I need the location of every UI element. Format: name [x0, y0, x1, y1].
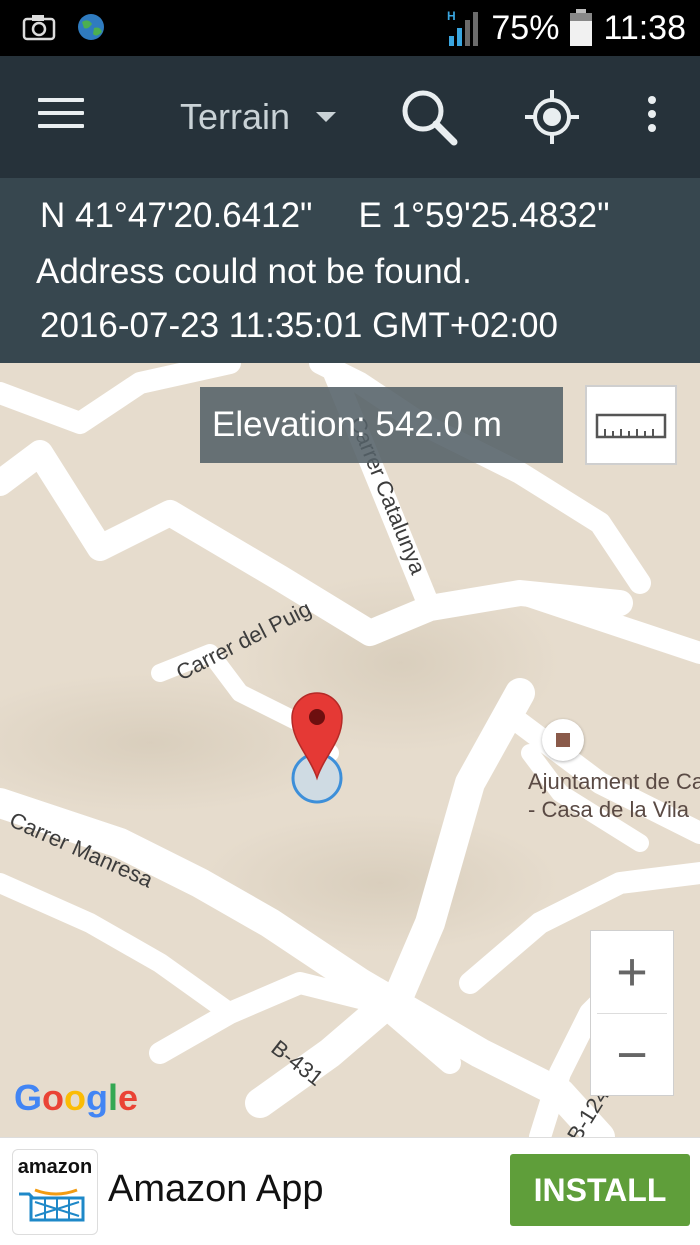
map-view[interactable]: Carrer Catalunya Carrer del Puig Carrer …	[0, 363, 700, 1137]
location-info-panel: N 41°47'20.6412" E 1°59'25.4832" Address…	[0, 178, 700, 363]
map-type-label: Terrain	[180, 96, 291, 137]
ad-app-name: Amazon App	[108, 1168, 324, 1210]
coordinates: N 41°47'20.6412" E 1°59'25.4832"	[40, 196, 610, 236]
app-toolbar: Terrain	[0, 56, 700, 178]
map-type-dropdown[interactable]: Terrain	[180, 96, 337, 138]
menu-icon[interactable]	[38, 98, 84, 138]
dropdown-caret-icon	[316, 112, 337, 122]
install-button[interactable]: INSTALL	[510, 1154, 690, 1226]
camera-icon	[22, 15, 56, 41]
globe-icon	[78, 14, 104, 40]
timestamp: 2016-07-23 11:35:01 GMT+02:00	[40, 306, 558, 345]
clock: 11:38	[603, 8, 686, 47]
signal-icon: H	[447, 9, 479, 46]
address-text: Address could not be found.	[36, 252, 472, 291]
location-pin-icon[interactable]	[288, 690, 346, 808]
shopping-cart-icon	[19, 1188, 85, 1222]
zoom-controls: + −	[590, 930, 674, 1096]
poi-label-line2: - Casa de la Vila	[528, 797, 690, 822]
more-vert-icon[interactable]	[640, 96, 664, 140]
zoom-in-button[interactable]: +	[591, 931, 673, 1013]
measure-button[interactable]	[585, 385, 677, 465]
search-icon[interactable]	[398, 86, 462, 150]
poi-label[interactable]: Ajuntament de Ca - Casa de la Vila	[528, 768, 700, 824]
ruler-icon	[595, 413, 667, 439]
zoom-out-button[interactable]: −	[591, 1014, 673, 1096]
battery-icon	[570, 9, 593, 46]
latitude: N 41°47'20.6412"	[40, 196, 313, 235]
amazon-logo: amazon	[12, 1149, 98, 1235]
google-attribution: Google	[14, 1077, 139, 1118]
poi-label-line1: Ajuntament de Ca	[528, 769, 700, 794]
my-location-icon[interactable]	[522, 87, 582, 147]
poi-marker[interactable]	[542, 719, 584, 761]
svg-text:H: H	[447, 9, 456, 23]
elevation-badge: Elevation: 542.0 m	[200, 387, 563, 463]
longitude: E 1°59'25.4832"	[358, 196, 610, 235]
ad-banner[interactable]: amazon Amazon App INSTALL	[0, 1137, 700, 1245]
status-bar: H 75% 11:38	[0, 0, 700, 56]
battery-percent: 75%	[491, 8, 560, 47]
